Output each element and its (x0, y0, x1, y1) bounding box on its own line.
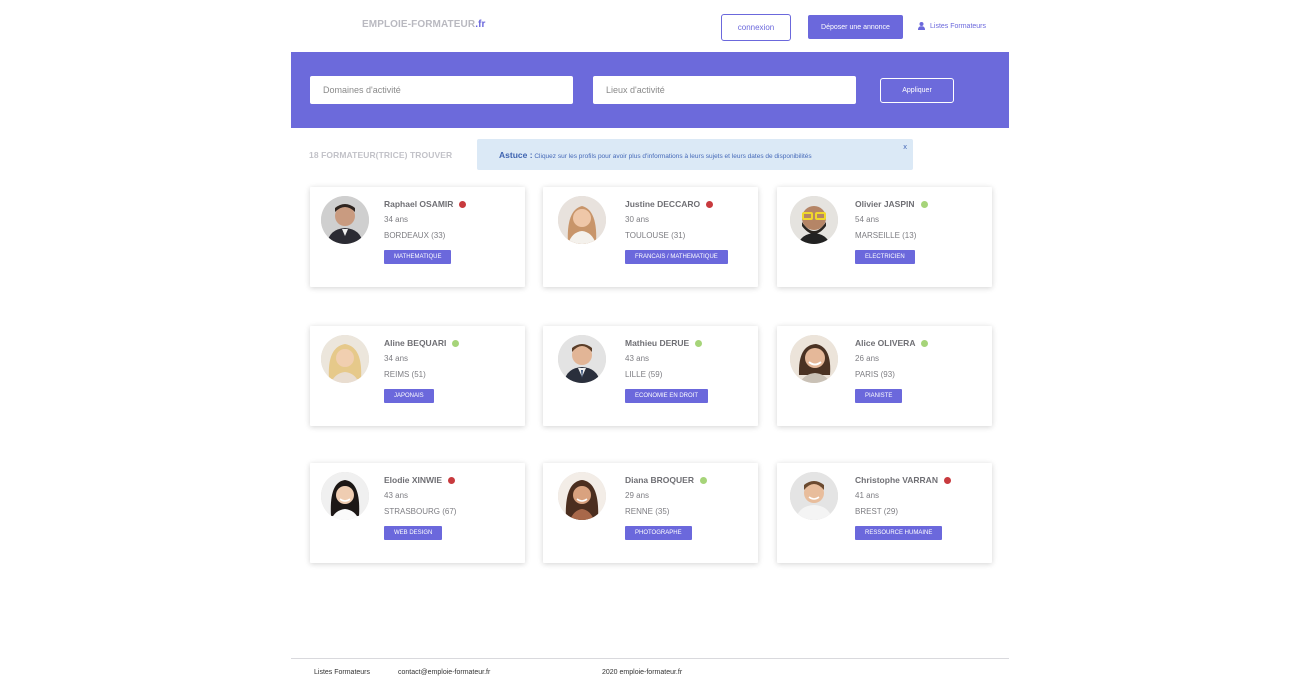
trainer-city: PARIS (93) (855, 370, 895, 379)
logo-tld: .fr (475, 19, 486, 30)
apply-button[interactable]: Appliquer (880, 78, 954, 103)
login-button[interactable]: connexion (721, 14, 791, 41)
trainer-name: Olivier JASPIN (855, 199, 915, 209)
trainer-name: Aline BEQUARI (384, 338, 447, 348)
subject-tag[interactable]: ELECTRICIEN (855, 250, 915, 264)
status-dot (943, 476, 951, 484)
status-dot (695, 339, 703, 347)
trainer-age: 26 ans (855, 354, 880, 363)
footer-email-link[interactable]: contact@emploie-formateur.fr (398, 669, 490, 676)
trainer-name: Elodie XINWIE (384, 475, 443, 485)
subject-tag[interactable]: FRANCAIS / MATHEMATIQUE (625, 250, 728, 264)
name-row: Raphael OSAMIR (384, 199, 467, 209)
subject-tag[interactable]: JAPONAIS (384, 389, 434, 403)
trainer-card[interactable]: Olivier JASPIN 54 ans MARSEILLE (13) ELE… (777, 187, 992, 287)
status-dot (699, 476, 707, 484)
name-row: Mathieu DERUE (625, 338, 703, 348)
tip-label: Astuce : (499, 150, 533, 160)
trainer-age: 29 ans (625, 491, 650, 500)
tip-text-row: Astuce : Cliquez sur les profils pour av… (499, 150, 812, 160)
trainer-card[interactable]: Justine DECCARO 30 ans TOULOUSE (31) FRA… (543, 187, 758, 287)
trainer-age: 30 ans (625, 215, 650, 224)
subject-tag[interactable]: WEB DESIGN (384, 526, 443, 540)
trainer-city: REIMS (51) (384, 370, 426, 379)
trainer-city: BORDEAUX (33) (384, 231, 446, 240)
status-dot (706, 200, 714, 208)
footer-divider (291, 658, 1009, 659)
trainer-name: Mathieu DERUE (625, 338, 690, 348)
trainer-name: Raphael OSAMIR (384, 199, 454, 209)
trainer-age: 54 ans (855, 215, 880, 224)
status-dot (448, 476, 456, 484)
avatar (321, 335, 369, 383)
avatar (790, 196, 838, 244)
trainer-card[interactable]: Raphael OSAMIR 34 ans BORDEAUX (33) MATH… (310, 187, 525, 287)
trainers-list-label: Listes Formateurs (930, 22, 987, 30)
subject-tag[interactable]: RESSOURCE HUMAINE (855, 526, 943, 540)
post-ad-button[interactable]: Déposer une annonce (808, 15, 903, 39)
trainer-age: 43 ans (625, 354, 650, 363)
trainer-card[interactable]: Diana BROQUER 29 ans RENNE (35) PHOTOGRA… (543, 463, 758, 563)
subject-tag[interactable]: PIANISTE (855, 389, 903, 403)
trainer-city: MARSEILLE (13) (855, 231, 917, 240)
trainer-card[interactable]: Christophe VARRAN 41 ans BREST (29) RESS… (777, 463, 992, 563)
trainer-city: LILLE (59) (625, 370, 663, 379)
domains-input[interactable] (310, 76, 573, 104)
status-dot (459, 200, 467, 208)
status-dot (921, 339, 929, 347)
avatar (321, 196, 369, 244)
trainer-card[interactable]: Aline BEQUARI 34 ans REIMS (51) JAPONAIS (310, 326, 525, 426)
search-bar: Appliquer (291, 52, 1009, 128)
site-logo[interactable]: EMPLOIE-FORMATEUR.fr (362, 19, 486, 30)
trainer-city: RENNE (35) (625, 507, 670, 516)
trainer-name: Diana BROQUER (625, 475, 694, 485)
trainer-city: TOULOUSE (31) (625, 231, 686, 240)
name-row: Olivier JASPIN (855, 199, 928, 209)
trainers-list-link[interactable]: Listes Formateurs (918, 22, 986, 30)
results-count: 18 FORMATEUR(TRICE) TROUVER (309, 150, 453, 160)
trainer-card[interactable]: Mathieu DERUE 43 ans LILLE (59) ECONOMIE… (543, 326, 758, 426)
subject-tag[interactable]: PHOTOGRAPHE (625, 526, 692, 540)
trainer-card[interactable]: Elodie XINWIE 43 ans STRASBOURG (67) WEB… (310, 463, 525, 563)
footer-trainers-link[interactable]: Listes Formateurs (314, 669, 370, 676)
tip-message: Cliquez sur les profils pour avoir plus … (534, 153, 812, 160)
status-dot (452, 339, 460, 347)
avatar (558, 196, 606, 244)
name-row: Aline BEQUARI (384, 338, 460, 348)
name-row: Diana BROQUER (625, 475, 707, 485)
avatar (790, 472, 838, 520)
avatar (558, 472, 606, 520)
name-row: Elodie XINWIE (384, 475, 456, 485)
trainer-card[interactable]: Alice OLIVERA 26 ans PARIS (93) PIANISTE (777, 326, 992, 426)
footer-copyright: 2020 emploie-formateur.fr (602, 669, 683, 676)
avatar (321, 472, 369, 520)
name-row: Alice OLIVERA (855, 338, 929, 348)
avatar (558, 335, 606, 383)
trainer-age: 41 ans (855, 491, 880, 500)
trainer-city: STRASBOURG (67) (384, 507, 457, 516)
tip-banner: Astuce : Cliquez sur les profils pour av… (477, 139, 913, 170)
avatar (790, 335, 838, 383)
trainer-name: Christophe VARRAN (855, 475, 938, 485)
logo-text: EMPLOIE-FORMATEUR (362, 19, 476, 30)
places-input[interactable] (593, 76, 856, 104)
subject-tag[interactable]: MATHEMATIQUE (384, 250, 452, 264)
user-icon (918, 22, 925, 30)
status-dot (920, 200, 928, 208)
trainer-age: 34 ans (384, 354, 409, 363)
name-row: Christophe VARRAN (855, 475, 951, 485)
trainer-name: Alice OLIVERA (855, 338, 916, 348)
trainer-age: 43 ans (384, 491, 409, 500)
trainer-age: 34 ans (384, 215, 409, 224)
subject-tag[interactable]: ECONOMIE EN DROIT (625, 389, 709, 403)
trainer-name: Justine DECCARO (625, 199, 701, 209)
tip-close-button[interactable]: x (903, 142, 907, 151)
name-row: Justine DECCARO (625, 199, 714, 209)
trainer-city: BREST (29) (855, 507, 898, 516)
